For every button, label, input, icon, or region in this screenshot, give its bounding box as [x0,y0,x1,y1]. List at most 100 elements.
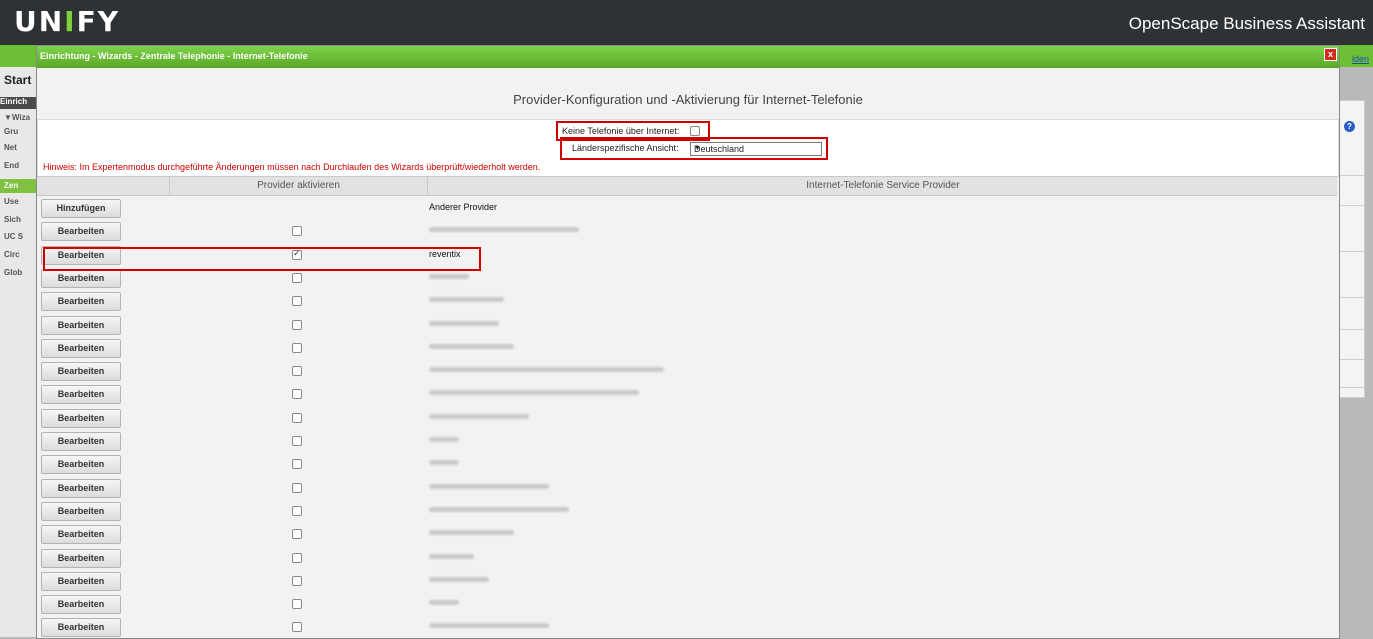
no-internet-checkbox[interactable] [690,126,700,136]
provider-name-redacted [429,623,549,629]
nav-header: Einrich [0,97,37,109]
edit-provider-button[interactable]: Bearbeiten [41,222,121,242]
edit-provider-button[interactable]: Bearbeiten [41,525,121,545]
activate-provider-checkbox[interactable] [292,575,302,586]
provider-name-redacted [429,483,549,489]
unify-logo: UNIFY [14,5,120,38]
provider-name-redacted [429,413,529,419]
dialog-title: Einrichtung - Wizards - Zentrale Telepho… [40,51,308,61]
activate-provider-checkbox[interactable] [292,366,302,377]
edit-provider-button[interactable]: Bearbeiten [41,548,121,568]
table-row: Bearbeiten [37,616,1337,639]
provider-name-redacted [429,576,489,582]
provider-name: Anderer Provider [429,202,498,212]
provider-name-redacted [429,227,579,233]
country-label: Länderspezifische Ansicht: [572,143,679,153]
edit-provider-button[interactable]: Bearbeiten [41,455,121,475]
table-row: Bearbeiten [37,337,1337,360]
edit-provider-button[interactable]: Bearbeiten [41,501,121,521]
provider-name-redacted [429,390,639,396]
table-row: Bearbeiten [37,290,1337,313]
country-view-option: Länderspezifische Ansicht: Deutschland ▼ [560,137,828,160]
edit-provider-button[interactable]: Bearbeiten [41,385,121,405]
edit-provider-button[interactable]: Bearbeiten [41,292,121,312]
edit-provider-button[interactable]: Bearbeiten [41,478,121,498]
sidebar-item[interactable]: Glob [4,268,22,277]
provider-name-redacted [429,437,459,442]
wizard-dialog: Einrichtung - Wizards - Zentrale Telepho… [36,45,1340,639]
logout-link[interactable]: lden [1352,54,1369,64]
edit-provider-button[interactable]: Bearbeiten [41,338,121,358]
edit-provider-button[interactable]: Bearbeiten [41,618,121,638]
add-provider-button[interactable]: Hinzufügen [41,199,121,218]
header-provider: Internet-Telefonie Service Provider [427,177,1338,195]
header-actions [37,177,169,195]
sidebar-item[interactable]: Circ [4,250,20,259]
activate-provider-checkbox[interactable] [292,482,302,493]
edit-provider-button[interactable]: Bearbeiten [41,432,121,451]
table-row: Bearbeiten [37,430,1337,453]
table-row: Bearbeiten [37,477,1337,500]
activate-provider-checkbox[interactable] [292,389,302,400]
table-row: Bearbeiten [37,570,1337,593]
sidebar-item[interactable]: ▼Wiza [4,113,30,122]
sidebar-item[interactable]: Net [4,143,17,152]
table-row: Bearbeiten [37,314,1337,337]
table-row: Bearbeiten [37,360,1337,383]
sidebar-item[interactable]: Gru [4,127,18,136]
header-activate: Provider aktivieren [169,177,427,195]
activate-provider-checkbox[interactable] [292,272,302,283]
provider-name-redacted [429,460,459,466]
country-select[interactable]: Deutschland ▼ [690,142,822,156]
edit-provider-button[interactable]: Bearbeiten [41,315,121,335]
edit-provider-button[interactable]: Bearbeiten [41,268,121,288]
activate-provider-checkbox[interactable] [292,622,302,633]
activate-provider-checkbox[interactable] [292,505,302,516]
start-label: Start [4,73,32,87]
sidebar-item[interactable]: End [4,161,19,170]
activate-provider-checkbox[interactable] [292,319,302,330]
activate-provider-checkbox[interactable] [292,226,302,237]
activate-provider-checkbox[interactable] [292,436,302,446]
provider-name-redacted [429,506,569,512]
activate-provider-checkbox[interactable] [292,599,302,610]
sidebar-item[interactable]: Use [4,197,19,206]
table-header: Provider aktivieren Internet-Telefonie S… [37,176,1337,196]
provider-name-redacted [429,297,504,303]
activate-provider-checkbox[interactable] [292,459,302,470]
activate-provider-checkbox[interactable] [292,552,302,563]
edit-provider-button[interactable]: Bearbeiten [41,595,121,615]
table-row: Bearbeiten [37,407,1337,430]
table-row: Bearbeiten [37,453,1337,476]
provider-name-redacted [429,530,514,536]
provider-name-redacted [429,320,499,326]
table-row: Bearbeiten [37,500,1337,523]
activate-provider-checkbox[interactable] [292,412,302,423]
help-icon[interactable]: ? [1344,121,1355,132]
provider-name-redacted [429,273,469,279]
expert-mode-hint: Hinweis: Im Expertenmodus durchgeführte … [43,162,541,172]
edit-provider-button[interactable]: Bearbeiten [41,408,121,428]
table-row: Bearbeiten [37,383,1337,406]
sidebar-item[interactable]: Sich [4,215,21,224]
provider-name-redacted [429,367,664,373]
table-row: Bearbeiten [37,523,1337,546]
edit-provider-button[interactable]: Bearbeiten [41,362,121,382]
page-heading: Provider-Konfiguration und -Aktivierung … [513,92,863,107]
dialog-title-bar: Einrichtung - Wizards - Zentrale Telepho… [37,46,1339,68]
product-title: OpenScape Business Assistant [1128,14,1365,33]
reventix-highlight [43,247,481,271]
activate-provider-checkbox[interactable] [292,342,302,353]
background-sidebar: Start Einrich ▼Wiza Gru Net End Zen Use Sich UC… [0,67,41,637]
top-bar: UNIFY OpenScape Business Assistant [0,0,1373,45]
activate-provider-checkbox[interactable] [292,529,302,540]
activate-provider-checkbox[interactable] [292,296,302,307]
edit-provider-button[interactable]: Bearbeiten [41,571,121,591]
sidebar-item[interactable]: Zen [0,179,41,193]
table-row: Bearbeiten [37,220,1337,243]
provider-name-redacted [429,600,459,606]
sidebar-item[interactable]: UC S [4,232,23,241]
chevron-down-icon: ▼ [694,145,701,152]
table-row: Bearbeiten [37,547,1337,570]
close-icon[interactable]: x [1324,48,1337,61]
